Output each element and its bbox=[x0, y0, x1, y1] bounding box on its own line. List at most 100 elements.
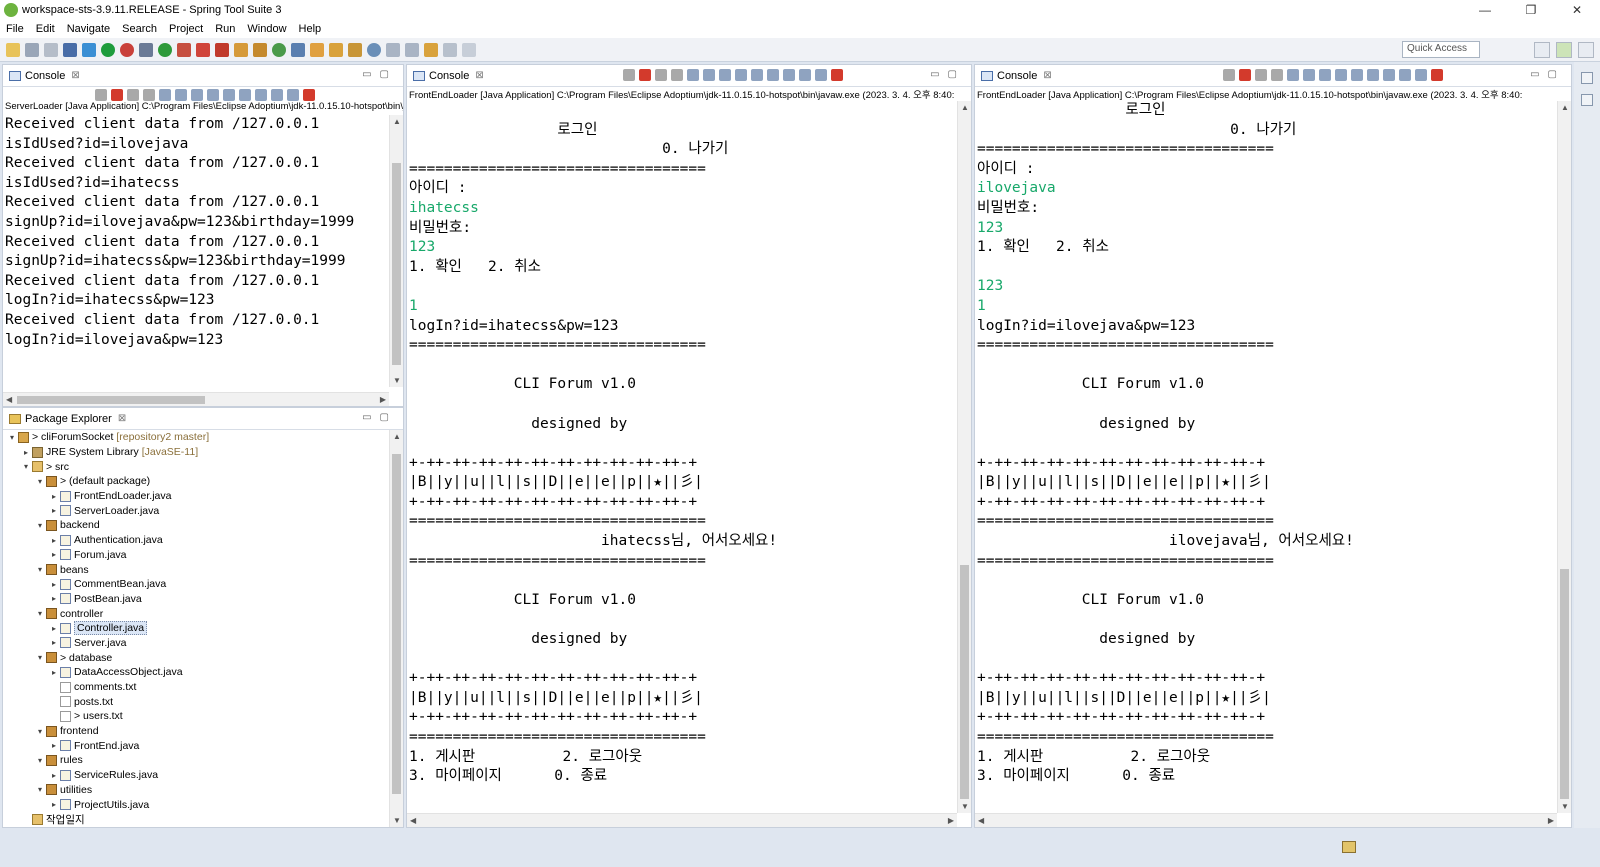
globe-icon[interactable] bbox=[367, 42, 381, 57]
explorer-tab-label[interactable]: Package Explorer bbox=[25, 413, 112, 425]
tree-item[interactable]: ▸ Authentication.java bbox=[3, 533, 389, 548]
scroll-left-icon[interactable]: ◀ bbox=[6, 395, 12, 404]
remove-all-icon[interactable] bbox=[1271, 69, 1283, 81]
tree-item[interactable]: ▾ rules bbox=[3, 753, 389, 768]
collapsed-chevron-icon[interactable]: ▸ bbox=[49, 741, 59, 750]
scrollbar-thumb[interactable] bbox=[1560, 569, 1569, 799]
tree-item[interactable]: ▸ CommentBean.java bbox=[3, 577, 389, 592]
open-task-icon[interactable] bbox=[310, 42, 324, 57]
console-output[interactable]: 로그인 0. 나가기 ==============================… bbox=[407, 101, 957, 811]
show-stderr-icon[interactable] bbox=[751, 69, 763, 81]
new-class-icon[interactable] bbox=[272, 42, 286, 57]
scrollbar-thumb[interactable] bbox=[17, 396, 205, 404]
tree-item[interactable]: ▾ frontend bbox=[3, 724, 389, 739]
tree-item[interactable]: ▾ utilities bbox=[3, 783, 389, 798]
vertical-scrollbar[interactable]: ▲ ▼ bbox=[389, 115, 403, 387]
collapsed-chevron-icon[interactable]: ▸ bbox=[49, 800, 59, 809]
remove-launch-icon[interactable] bbox=[1255, 69, 1267, 81]
pin-icon[interactable] bbox=[1223, 69, 1235, 81]
menu-help[interactable]: Help bbox=[293, 23, 328, 35]
collapsed-chevron-icon[interactable]: ▸ bbox=[49, 624, 59, 633]
menu-search[interactable]: Search bbox=[116, 23, 163, 35]
tree-item[interactable]: ▾ > (default package) bbox=[3, 474, 389, 489]
collapsed-chevron-icon[interactable]: ▸ bbox=[49, 506, 59, 515]
console-output[interactable]: 로그인 0. 나가기 ==============================… bbox=[975, 101, 1557, 811]
relaunch-icon[interactable] bbox=[120, 42, 134, 57]
collapsed-chevron-icon[interactable]: ▸ bbox=[21, 448, 31, 457]
tree-item[interactable]: ▸ FrontEnd.java bbox=[3, 738, 389, 753]
show-stdout-icon[interactable] bbox=[735, 69, 747, 81]
copy-icon[interactable] bbox=[1415, 69, 1427, 81]
horizontal-scrollbar[interactable]: ◀ ▶ bbox=[3, 392, 389, 406]
tree-item[interactable]: ▾ > src bbox=[3, 459, 389, 474]
open-folder-icon[interactable] bbox=[348, 42, 362, 57]
terminate-icon[interactable] bbox=[639, 69, 651, 81]
new-icon[interactable] bbox=[6, 42, 20, 57]
open-console-icon[interactable] bbox=[1399, 69, 1411, 81]
tree-item[interactable]: ▸ Controller.java bbox=[3, 621, 389, 636]
close-tab-icon[interactable]: ⊠ bbox=[475, 70, 483, 81]
scrollbar-thumb[interactable] bbox=[960, 565, 969, 799]
tree-item[interactable]: ▸ ServiceRules.java bbox=[3, 768, 389, 783]
back-icon[interactable] bbox=[424, 42, 438, 57]
debug-perspective-icon[interactable] bbox=[1578, 42, 1594, 58]
menu-edit[interactable]: Edit bbox=[30, 23, 61, 35]
menu-window[interactable]: Window bbox=[241, 23, 292, 35]
collapsed-chevron-icon[interactable]: ▸ bbox=[49, 550, 59, 559]
terminate-icon[interactable] bbox=[111, 89, 123, 101]
new-java-project-icon[interactable] bbox=[234, 42, 248, 57]
expanded-chevron-icon[interactable]: ▾ bbox=[35, 565, 45, 574]
display-console-icon[interactable] bbox=[255, 89, 267, 101]
menu-file[interactable]: File bbox=[0, 23, 30, 35]
scroll-up-icon[interactable]: ▲ bbox=[1561, 103, 1569, 112]
restore-view-icon[interactable] bbox=[1581, 72, 1593, 84]
progress-icon[interactable] bbox=[1342, 841, 1356, 853]
tree-item[interactable]: ▾ > database bbox=[3, 650, 389, 665]
tree-item[interactable]: ▸ ProjectUtils.java bbox=[3, 797, 389, 812]
debug-icon[interactable] bbox=[139, 42, 153, 57]
tree-item[interactable]: ▸ JRE System Library [JavaSE-11] bbox=[3, 445, 389, 460]
spring-console-icon[interactable] bbox=[831, 69, 843, 81]
previous-annotation-icon[interactable] bbox=[405, 42, 419, 57]
expanded-chevron-icon[interactable]: ▾ bbox=[35, 653, 45, 662]
forward-icon[interactable] bbox=[443, 42, 457, 57]
view-min-max-icons[interactable]: ▭▢ bbox=[1530, 69, 1565, 80]
pin-console-icon[interactable] bbox=[1367, 69, 1379, 81]
scroll-left-icon[interactable]: ◀ bbox=[978, 816, 984, 825]
tree-item[interactable]: ▸ ServerLoader.java bbox=[3, 503, 389, 518]
coverage-icon[interactable] bbox=[177, 42, 191, 57]
show-stderr-icon[interactable] bbox=[223, 89, 235, 101]
scrollbar-thumb[interactable] bbox=[392, 454, 401, 794]
save-icon[interactable] bbox=[25, 42, 39, 57]
expanded-chevron-icon[interactable]: ▾ bbox=[35, 521, 45, 530]
expanded-chevron-icon[interactable]: ▾ bbox=[21, 462, 31, 471]
expanded-chevron-icon[interactable]: ▾ bbox=[35, 727, 45, 736]
clear-console-icon[interactable] bbox=[159, 89, 171, 101]
open-type-icon[interactable] bbox=[291, 42, 305, 57]
copy-icon[interactable] bbox=[815, 69, 827, 81]
console-output[interactable]: Received client data from /127.0.0.1 isId… bbox=[3, 115, 389, 387]
copy-icon[interactable] bbox=[287, 89, 299, 101]
pin-console-icon[interactable] bbox=[767, 69, 779, 81]
close-tab-icon[interactable]: ⊠ bbox=[118, 413, 126, 424]
close-button[interactable]: ✕ bbox=[1554, 0, 1600, 20]
collapsed-chevron-icon[interactable]: ▸ bbox=[49, 594, 59, 603]
pin-editor-icon[interactable] bbox=[462, 42, 476, 57]
show-stderr-icon[interactable] bbox=[1351, 69, 1363, 81]
expanded-chevron-icon[interactable]: ▾ bbox=[35, 756, 45, 765]
collapsed-chevron-icon[interactable]: ▸ bbox=[49, 668, 59, 677]
clear-console-icon[interactable] bbox=[1287, 69, 1299, 81]
run-icon[interactable] bbox=[158, 42, 172, 57]
collapsed-chevron-icon[interactable]: ▸ bbox=[49, 771, 59, 780]
tree-item[interactable]: ▸ PostBean.java bbox=[3, 592, 389, 607]
collapsed-chevron-icon[interactable]: ▸ bbox=[49, 536, 59, 545]
next-annotation-icon[interactable] bbox=[386, 42, 400, 57]
vertical-scrollbar[interactable]: ▲ ▼ bbox=[1557, 101, 1571, 813]
expanded-chevron-icon[interactable]: ▾ bbox=[35, 609, 45, 618]
tree-item[interactable]: comments.txt bbox=[3, 680, 389, 695]
tree-item[interactable]: ▸ Server.java bbox=[3, 636, 389, 651]
scroll-down-icon[interactable]: ▼ bbox=[961, 802, 969, 811]
close-tab-icon[interactable]: ⊠ bbox=[71, 70, 79, 81]
new-package-icon[interactable] bbox=[253, 42, 267, 57]
pin-icon[interactable] bbox=[95, 89, 107, 101]
